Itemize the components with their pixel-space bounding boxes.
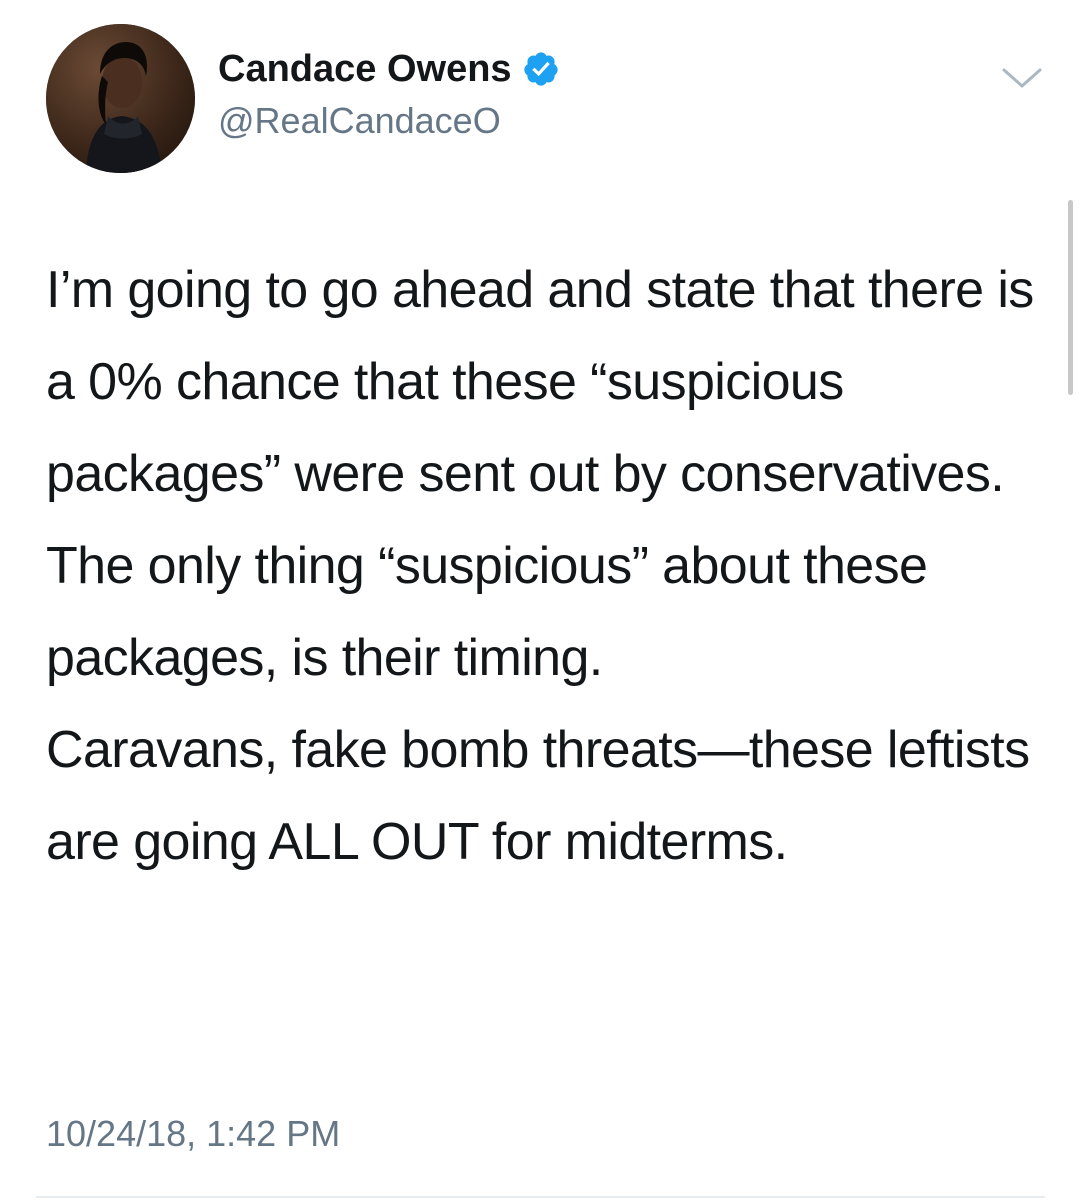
author-display-name[interactable]: Candace Owens: [218, 48, 512, 91]
tweet-paragraph: I’m going to go ahead and state that the…: [46, 261, 1034, 503]
tweet-text: I’m going to go ahead and state that the…: [46, 244, 1036, 888]
chevron-down-icon[interactable]: [1000, 62, 1044, 92]
avatar[interactable]: [46, 24, 195, 173]
scrollbar[interactable]: [1068, 200, 1073, 395]
verified-badge-icon: [522, 50, 560, 88]
tweet-paragraph: Caravans, fake bomb threats—these leftis…: [46, 721, 1030, 871]
tweet-paragraph: The only thing “suspicious” about these …: [46, 537, 928, 687]
tweet-timestamp[interactable]: 10/24/18, 1:42 PM: [46, 1113, 340, 1155]
author-name-row[interactable]: Candace Owens: [218, 46, 560, 92]
profile-photo: [46, 24, 195, 173]
divider: [36, 1196, 1045, 1198]
author-handle[interactable]: @RealCandaceO: [218, 100, 501, 142]
